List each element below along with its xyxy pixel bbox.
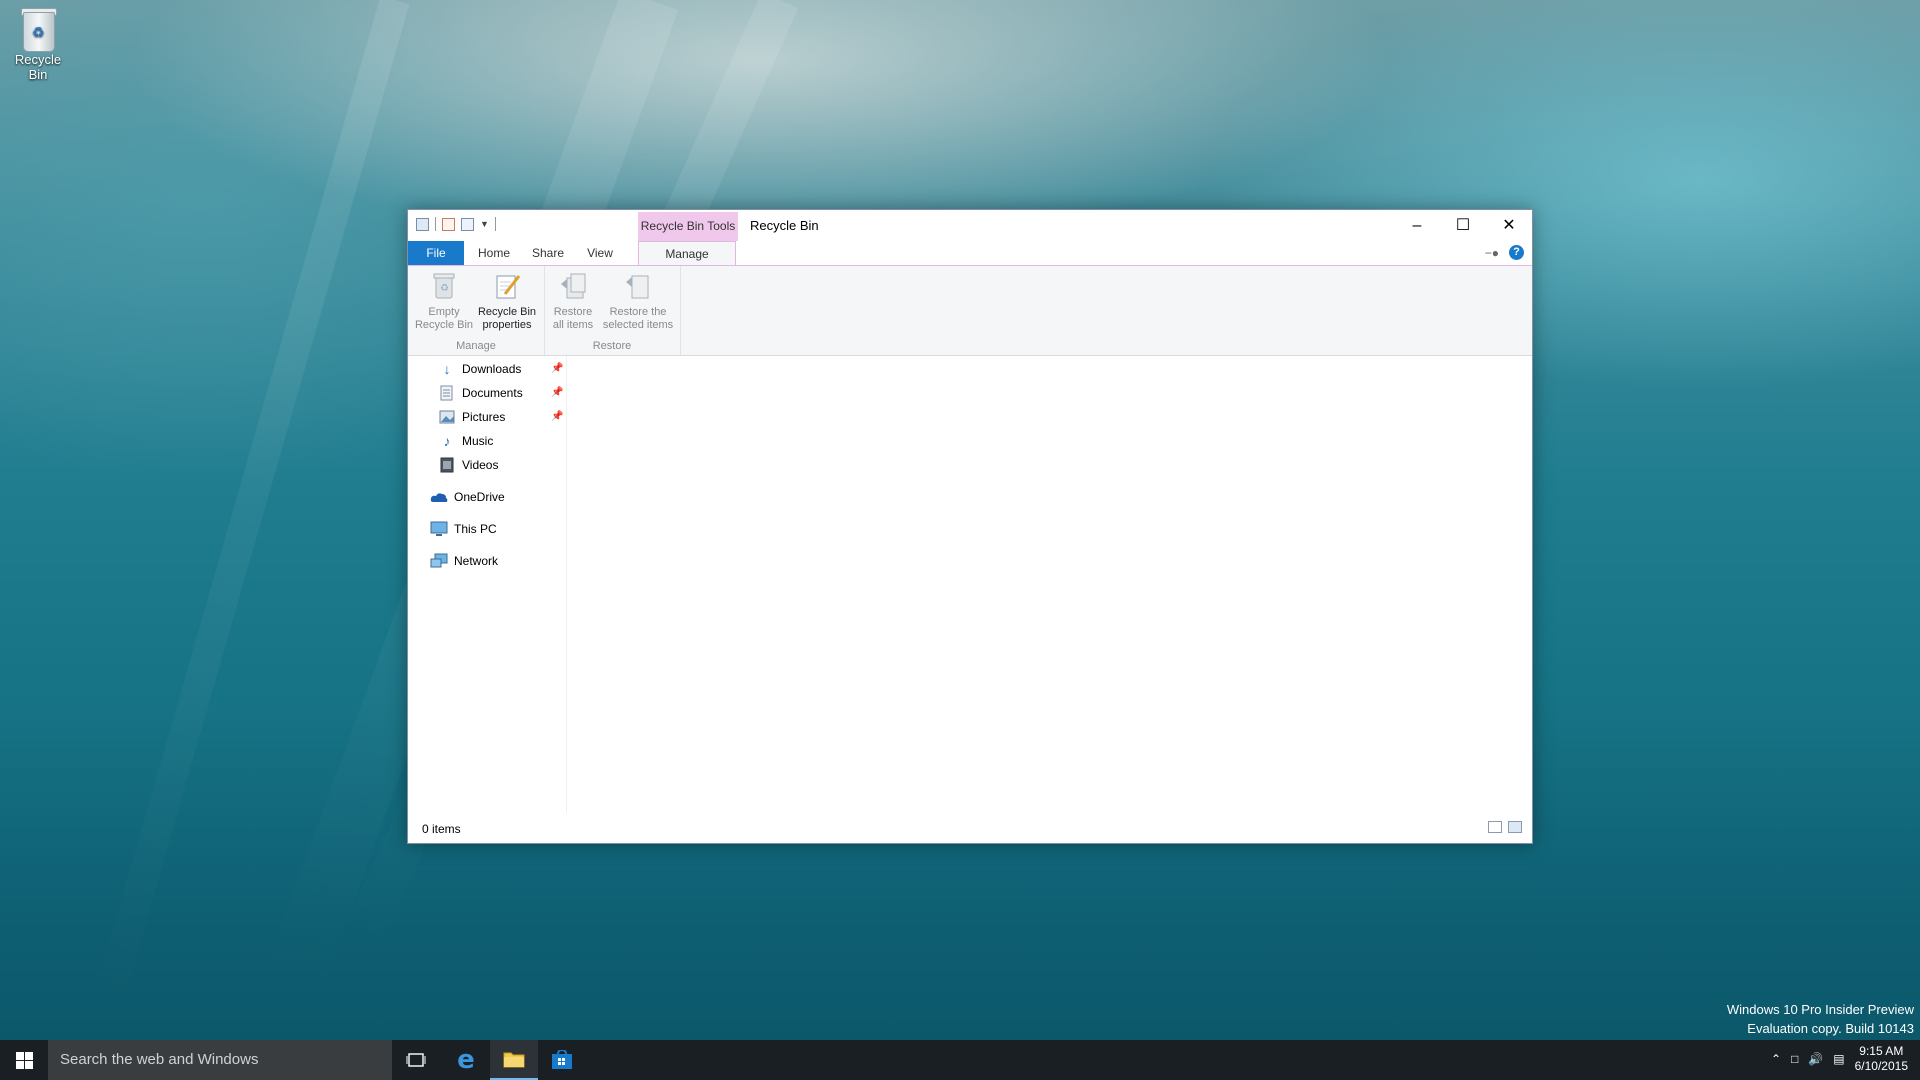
music-note-icon: ♪ xyxy=(443,433,451,449)
details-view-icon[interactable] xyxy=(1488,821,1502,833)
maximize-button[interactable]: ☐ xyxy=(1440,210,1486,241)
computer-icon xyxy=(430,521,448,537)
help-icon[interactable]: ? xyxy=(1509,245,1524,260)
explorer-window: ▼ Recycle Bin Tools Recycle Bin – ☐ ✕ Fi… xyxy=(407,209,1533,844)
restore-selected-icon xyxy=(622,270,654,302)
quick-access-toolbar: ▼ xyxy=(416,217,496,231)
network-tray-icon[interactable]: □ xyxy=(1791,1052,1798,1066)
nav-item-network[interactable]: Network xyxy=(430,550,498,572)
search-box[interactable]: Search the web and Windows xyxy=(48,1040,392,1080)
ribbon-group-restore: Restore all items Restore the selected i… xyxy=(544,266,681,355)
tab-file[interactable]: File xyxy=(408,241,464,265)
start-button[interactable] xyxy=(0,1040,48,1080)
desktop-recycle-bin-label: Recycle Bin xyxy=(14,52,62,82)
ribbon-group-manage: ♻ Empty Recycle Bin Recycle Bin properti… xyxy=(408,266,545,355)
nav-item-documents[interactable]: Documents xyxy=(438,382,523,404)
status-bar: 0 items xyxy=(408,815,1532,843)
tab-manage[interactable]: Manage xyxy=(638,241,736,265)
svg-text:♻: ♻ xyxy=(440,283,449,294)
window-title: Recycle Bin xyxy=(750,218,819,233)
volume-icon[interactable]: 🔊 xyxy=(1808,1052,1823,1066)
documents-icon xyxy=(438,385,456,401)
ribbon: ♻ Empty Recycle Bin Recycle Bin properti… xyxy=(408,266,1532,356)
tab-view[interactable]: View xyxy=(580,241,620,265)
item-count: 0 items xyxy=(422,822,461,836)
properties-icon[interactable] xyxy=(442,217,455,231)
tab-home[interactable]: Home xyxy=(472,241,516,265)
recycle-bin-properties-button[interactable]: Recycle Bin properties xyxy=(474,270,540,332)
restore-all-icon xyxy=(557,270,589,302)
pin-icon[interactable]: 📌 xyxy=(551,411,563,422)
edge-icon: e xyxy=(457,1045,475,1075)
restore-all-items-button[interactable]: Restore all items xyxy=(548,270,598,332)
nav-item-this-pc[interactable]: This PC xyxy=(430,518,497,540)
minimize-button[interactable]: – xyxy=(1394,210,1440,241)
clock[interactable]: 9:15 AM 6/10/2015 xyxy=(1855,1044,1908,1074)
nav-item-downloads[interactable]: ↓ Downloads xyxy=(438,358,522,380)
nav-item-pictures[interactable]: Pictures xyxy=(438,406,505,428)
ribbon-group-label-restore: Restore xyxy=(592,340,632,352)
properties-pencil-icon xyxy=(491,270,523,302)
show-hidden-icons-chevron-icon[interactable]: ⌃ xyxy=(1771,1052,1781,1066)
nav-item-music[interactable]: ♪ Music xyxy=(438,430,494,452)
nav-item-onedrive[interactable]: OneDrive xyxy=(430,486,505,508)
onedrive-cloud-icon xyxy=(430,489,448,505)
title-bar: ▼ Recycle Bin Tools Recycle Bin – ☐ ✕ xyxy=(408,210,1532,241)
build-watermark: Windows 10 Pro Insider Preview Evaluatio… xyxy=(1726,1002,1914,1036)
videos-icon xyxy=(438,457,456,473)
new-folder-icon[interactable] xyxy=(461,217,474,231)
system-tray: ⌃ □ 🔊 ▤ 9:15 AM 6/10/2015 xyxy=(1771,1044,1908,1074)
large-icons-view-icon[interactable] xyxy=(1508,821,1522,833)
ribbon-tabs: File Home Share View Manage −● ? xyxy=(408,241,1532,266)
contextual-tab-group-label: Recycle Bin Tools xyxy=(638,212,738,241)
restore-selected-items-button[interactable]: Restore the selected items xyxy=(600,270,676,332)
customize-qat-dropdown-icon[interactable]: ▼ xyxy=(480,219,489,229)
taskbar: Search the web and Windows e ⌃ □ 🔊 ▤ 9:1… xyxy=(0,1040,1920,1080)
edge-button[interactable]: e xyxy=(442,1040,490,1080)
empty-recycle-bin-icon: ♻ xyxy=(428,270,460,302)
download-arrow-icon: ↓ xyxy=(443,361,451,377)
pin-icon[interactable]: 📌 xyxy=(551,387,563,398)
pictures-icon xyxy=(438,409,456,425)
folder-app-icon[interactable] xyxy=(416,217,429,231)
empty-recycle-bin-button[interactable]: ♻ Empty Recycle Bin xyxy=(414,270,474,332)
nav-item-videos[interactable]: Videos xyxy=(438,454,498,476)
windows-logo-icon xyxy=(15,1051,33,1069)
folder-icon xyxy=(503,1052,525,1068)
store-button[interactable] xyxy=(538,1040,586,1080)
task-view-icon xyxy=(406,1053,426,1067)
desktop-recycle-bin[interactable]: ♻ Recycle Bin xyxy=(4,6,72,82)
pin-icon[interactable]: 📌 xyxy=(551,363,563,374)
network-icon xyxy=(430,553,448,569)
file-explorer-button[interactable] xyxy=(490,1040,538,1080)
store-icon xyxy=(552,1050,572,1069)
tab-share[interactable]: Share xyxy=(526,241,570,265)
close-button[interactable]: ✕ xyxy=(1486,210,1532,241)
action-center-icon[interactable]: ▤ xyxy=(1833,1052,1844,1066)
recycle-bin-icon: ♻ xyxy=(19,6,57,52)
navigation-pane: ↓ Downloads 📌 Documents 📌 Pictures 📌 ♪ M… xyxy=(408,356,567,813)
ribbon-group-label-manage: Manage xyxy=(456,340,496,352)
pin-ribbon-icon[interactable]: −● xyxy=(1485,246,1499,260)
task-view-button[interactable] xyxy=(392,1040,440,1080)
